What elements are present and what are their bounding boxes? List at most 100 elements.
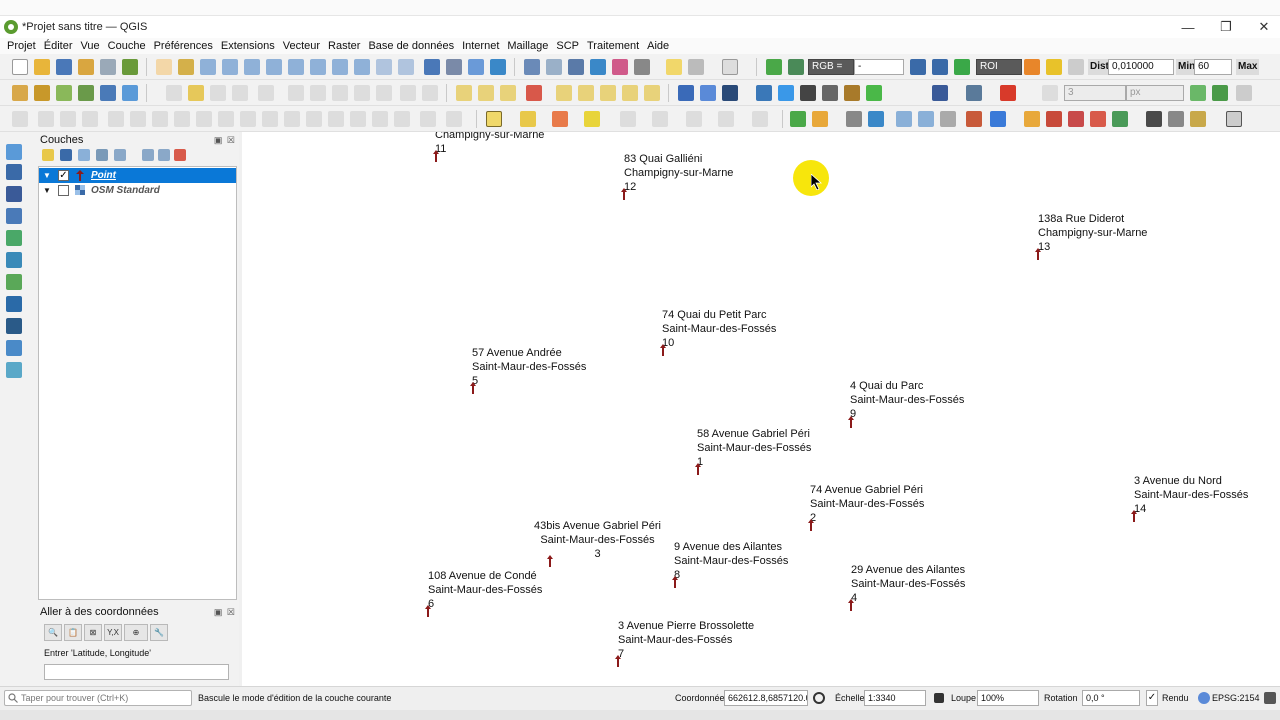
raster-calc-icon[interactable] xyxy=(844,85,860,101)
restore-button[interactable]: ❐ xyxy=(1206,16,1246,38)
snapping-mode-icon[interactable] xyxy=(1042,85,1058,101)
add-wfs-icon[interactable] xyxy=(6,318,22,334)
select-by-value-icon[interactable] xyxy=(520,111,536,127)
crs-globe-icon[interactable] xyxy=(1198,692,1210,704)
search-globe-icon[interactable] xyxy=(722,85,738,101)
label-diagram-icon[interactable] xyxy=(500,85,516,101)
edit-tool-icon[interactable] xyxy=(446,111,462,127)
add-mesh-icon[interactable] xyxy=(6,186,22,202)
save-edits-icon[interactable] xyxy=(210,85,226,101)
render-checkbox[interactable]: ✓ xyxy=(1146,690,1158,706)
measure-angle-icon[interactable] xyxy=(686,111,702,127)
zoom-to-coordinate-button[interactable]: 🔍 xyxy=(44,624,62,641)
add-point-feature-icon[interactable] xyxy=(232,85,248,101)
label-move-icon[interactable] xyxy=(556,85,572,101)
remove-layer-icon[interactable] xyxy=(174,149,186,161)
copy-tool-icon[interactable] xyxy=(1024,111,1040,127)
layer-visibility-checkbox[interactable]: ✓ xyxy=(58,170,69,181)
add-spatialite-icon[interactable] xyxy=(6,252,22,268)
point-marker[interactable] xyxy=(615,655,621,667)
open-attribute-table-icon[interactable] xyxy=(546,59,562,75)
minimize-button[interactable]: — xyxy=(1168,16,1208,38)
open-project-icon[interactable] xyxy=(34,59,50,75)
geocoding-icon[interactable] xyxy=(700,85,716,101)
add-delimited-text-icon[interactable] xyxy=(78,85,94,101)
identify-features-icon[interactable] xyxy=(524,59,540,75)
copy-features-icon[interactable] xyxy=(354,85,370,101)
scp-add-roi-icon[interactable] xyxy=(1046,59,1062,75)
menu-internet[interactable]: Internet xyxy=(458,40,503,52)
coordinate-capture-icon[interactable] xyxy=(678,85,694,101)
hammer-icon[interactable] xyxy=(1190,111,1206,127)
scp-create-roi-icon[interactable] xyxy=(1024,59,1040,75)
add-wms-layer-icon[interactable] xyxy=(122,85,138,101)
add-gps-icon[interactable] xyxy=(6,230,22,246)
globe-icon[interactable] xyxy=(1146,111,1162,127)
temporal-controller-icon[interactable] xyxy=(468,59,484,75)
snapping-tolerance-input[interactable]: 3 xyxy=(1064,85,1126,101)
add-postgis-icon[interactable] xyxy=(6,274,22,290)
add-part-icon[interactable] xyxy=(130,111,146,127)
point-marker[interactable] xyxy=(1131,510,1137,522)
menu-editer[interactable]: Éditer xyxy=(40,40,77,52)
pan-to-selection-icon[interactable] xyxy=(178,59,194,75)
label-pin-icon[interactable] xyxy=(478,85,494,101)
add-point-cloud-icon[interactable] xyxy=(6,208,22,224)
point-marker[interactable] xyxy=(848,416,854,428)
identify-help-icon[interactable] xyxy=(918,111,934,127)
point-marker[interactable] xyxy=(470,382,476,394)
magnifier-spinbox[interactable]: 100% xyxy=(977,690,1039,706)
close-button[interactable]: ✕ xyxy=(1244,16,1280,38)
help-book-icon[interactable] xyxy=(932,85,948,101)
yx-order-button[interactable]: Y,X xyxy=(104,624,122,641)
point-marker[interactable] xyxy=(695,463,701,475)
zoom-full-icon[interactable] xyxy=(244,59,260,75)
digitize-shape-icon[interactable] xyxy=(38,111,54,127)
reverse-line-icon[interactable] xyxy=(420,111,436,127)
python-console-icon[interactable] xyxy=(756,85,772,101)
points-tool-icon[interactable] xyxy=(1046,111,1062,127)
terrain-icon[interactable] xyxy=(866,85,882,101)
scale-combo[interactable]: 1:3340 xyxy=(864,690,926,706)
map-canvas[interactable]: Champigny-sur-Marne 11 83 Quai Galliéni … xyxy=(242,132,1280,686)
paste-features-icon[interactable] xyxy=(376,85,392,101)
undo-icon[interactable] xyxy=(400,85,416,101)
binoculars-icon[interactable] xyxy=(800,85,816,101)
layout-manager-icon[interactable] xyxy=(100,59,116,75)
filter-expression-icon[interactable] xyxy=(114,149,126,161)
tracing-icon[interactable] xyxy=(1190,85,1206,101)
panel-float-close-icon[interactable]: ▣ ☒ xyxy=(214,135,236,146)
label-rotate-icon[interactable] xyxy=(578,85,594,101)
scp-band-next-icon[interactable] xyxy=(932,59,948,75)
layer-stack-icon[interactable] xyxy=(846,111,862,127)
split-features-icon[interactable] xyxy=(262,111,278,127)
select-features-icon[interactable] xyxy=(486,111,502,127)
measure-area-icon[interactable] xyxy=(652,111,668,127)
trim-extend-icon[interactable] xyxy=(394,111,410,127)
point-marker[interactable] xyxy=(433,150,439,162)
menu-scp[interactable]: SCP xyxy=(552,40,583,52)
expander-icon[interactable]: ▼ xyxy=(43,168,51,183)
select-location-icon[interactable] xyxy=(584,111,600,127)
show-bookmarks-icon[interactable] xyxy=(446,59,462,75)
menu-maillage[interactable]: Maillage xyxy=(503,40,552,52)
split-parts-icon[interactable] xyxy=(284,111,300,127)
label-change-icon[interactable] xyxy=(600,85,616,101)
toggle-editing-pencil-icon[interactable] xyxy=(188,85,204,101)
menu-couche[interactable]: Couche xyxy=(104,40,150,52)
crs-label[interactable]: EPSG:2154 xyxy=(1212,693,1260,703)
zoom-in-icon[interactable] xyxy=(200,59,216,75)
merge-features-icon[interactable] xyxy=(306,111,322,127)
tools-wrench-icon[interactable] xyxy=(966,85,982,101)
messages-icon[interactable] xyxy=(1264,692,1276,704)
plugin-tool-icon[interactable] xyxy=(822,85,838,101)
plugin-refresh-icon[interactable] xyxy=(778,85,794,101)
cut-features-icon[interactable] xyxy=(332,85,348,101)
label-toolbar-icon[interactable] xyxy=(456,85,472,101)
add-ring-icon[interactable] xyxy=(108,111,124,127)
expander-icon[interactable]: ▼ xyxy=(43,183,51,198)
locator-search-input[interactable]: Taper pour trouver (Ctrl+K) xyxy=(4,690,192,706)
topology-icon[interactable] xyxy=(1212,85,1228,101)
magnifier-icon[interactable] xyxy=(896,111,912,127)
point-marker[interactable] xyxy=(848,599,854,611)
